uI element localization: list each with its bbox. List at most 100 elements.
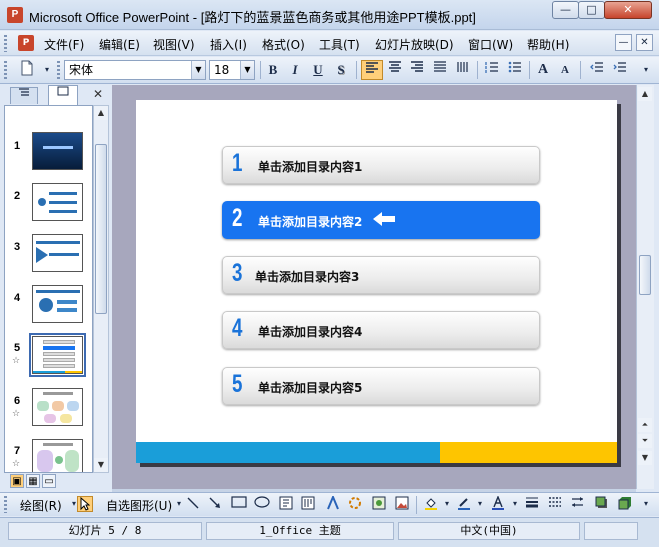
textbox-tool-icon[interactable] xyxy=(278,496,294,512)
slideshow-view-icon[interactable]: ▭ xyxy=(42,474,56,488)
menu-window[interactable]: 窗口(W) xyxy=(468,36,513,53)
slide-editing-area[interactable]: 1 单击添加目录内容1 2 单击添加目录内容2 3 单击添加目录内容3 4 单击… xyxy=(112,85,636,489)
tab-slides[interactable] xyxy=(48,85,78,105)
previous-slide-icon[interactable]: ⏶ xyxy=(638,418,652,432)
font-size-select[interactable]: 18 ▼ xyxy=(209,60,255,80)
numbering-icon[interactable] xyxy=(482,60,502,80)
decrease-font-button[interactable]: A xyxy=(556,60,574,80)
wordart-icon[interactable] xyxy=(325,494,341,512)
toc-item-3[interactable]: 3 单击添加目录内容3 xyxy=(222,256,540,294)
chevron-down-icon[interactable]: ▼ xyxy=(240,61,254,79)
decrease-indent-icon[interactable] xyxy=(587,60,607,80)
slides-pane-scrollbar[interactable]: ▲ ▼ xyxy=(93,105,109,473)
slide-thumbnail-2[interactable] xyxy=(32,183,83,221)
align-left-icon[interactable] xyxy=(361,60,383,80)
underline-button[interactable]: U xyxy=(309,60,327,80)
bold-button[interactable]: B xyxy=(264,60,282,80)
toc-item-4[interactable]: 4 单击添加目录内容4 xyxy=(222,311,540,349)
slide-thumbnails[interactable]: 1 2 3 4 5 ☆ 6 ☆ 7 ☆ xyxy=(4,105,93,473)
clipart-icon[interactable] xyxy=(371,496,387,512)
toolbar-options-icon[interactable]: ▾ xyxy=(38,60,56,80)
menu-edit[interactable]: 编辑(E) xyxy=(99,36,140,53)
arrow-style-icon[interactable] xyxy=(570,496,586,512)
align-right-icon[interactable] xyxy=(407,60,427,80)
distribute-icon[interactable] xyxy=(430,60,450,80)
3d-style-icon[interactable] xyxy=(617,496,633,512)
toc-item-5[interactable]: 5 单击添加目录内容5 xyxy=(222,367,540,405)
toolbar-grip-2[interactable] xyxy=(57,61,60,80)
font-color-icon[interactable] xyxy=(490,495,506,512)
menu-view[interactable]: 视图(V) xyxy=(153,36,195,53)
menu-format[interactable]: 格式(O) xyxy=(262,36,305,53)
close-icon[interactable]: ✕ xyxy=(93,87,103,101)
chevron-down-icon[interactable]: ▾ xyxy=(439,496,455,512)
menu-grip[interactable] xyxy=(4,35,7,52)
increase-font-button[interactable]: A xyxy=(534,60,552,80)
menu-slideshow[interactable]: 幻灯片放映(D) xyxy=(375,36,454,53)
italic-button[interactable]: I xyxy=(286,60,304,80)
dash-style-icon[interactable] xyxy=(547,496,563,512)
normal-view-icon[interactable]: ▣ xyxy=(10,474,24,488)
toc-item-text[interactable]: 单击添加目录内容3 xyxy=(255,268,359,285)
tab-outline[interactable] xyxy=(10,87,38,104)
diagram-icon[interactable] xyxy=(347,496,363,512)
maximize-button[interactable]: □ xyxy=(578,1,605,19)
slide-vertical-scrollbar[interactable]: ▲ ⏶ ⏷ ▼ xyxy=(636,85,654,489)
chevron-down-icon[interactable]: ▼ xyxy=(191,61,205,79)
line-color-icon[interactable] xyxy=(456,496,472,512)
menu-tools[interactable]: 工具(T) xyxy=(319,36,360,53)
toolbar-grip[interactable] xyxy=(4,496,7,513)
toolbar-grip[interactable] xyxy=(4,61,7,80)
document-close-button[interactable]: ✕ xyxy=(636,34,653,51)
scroll-down-icon[interactable]: ▼ xyxy=(94,458,108,472)
vertical-text-icon[interactable] xyxy=(453,60,473,80)
minimize-button[interactable]: — xyxy=(552,1,579,19)
slide-thumbnail-6[interactable] xyxy=(32,388,83,426)
autoshapes-menu-button[interactable]: 自选图形(U) xyxy=(106,497,172,514)
current-slide[interactable]: 1 单击添加目录内容1 2 单击添加目录内容2 3 单击添加目录内容3 4 单击… xyxy=(136,100,617,463)
bullets-icon[interactable] xyxy=(505,60,525,80)
rectangle-tool-icon[interactable] xyxy=(231,496,247,512)
scrollbar-thumb[interactable] xyxy=(95,144,107,314)
chevron-down-icon[interactable]: ▾ xyxy=(507,496,523,512)
font-name-select[interactable]: 宋体 ▼ xyxy=(64,60,206,80)
arrow-tool-icon[interactable] xyxy=(207,496,223,512)
close-button[interactable]: ✕ xyxy=(604,1,652,19)
status-design-template[interactable]: 1_Office 主题 xyxy=(206,522,394,540)
shadow-button[interactable]: S xyxy=(332,60,350,80)
scroll-down-icon[interactable]: ▼ xyxy=(638,451,652,465)
increase-indent-icon[interactable] xyxy=(610,60,630,80)
toc-item-text[interactable]: 单击添加目录内容5 xyxy=(258,379,362,396)
slide-thumbnail-5[interactable] xyxy=(29,333,86,377)
chevron-down-icon[interactable]: ▾ xyxy=(472,496,488,512)
vertical-textbox-icon[interactable] xyxy=(300,496,316,512)
toc-item-1[interactable]: 1 单击添加目录内容1 xyxy=(222,146,540,184)
scroll-up-icon[interactable]: ▲ xyxy=(638,87,652,101)
document-icon[interactable]: P xyxy=(18,35,34,51)
toc-item-text[interactable]: 单击添加目录内容4 xyxy=(258,323,362,340)
toc-item-text[interactable]: 单击添加目录内容2 xyxy=(258,213,362,230)
slide-thumbnail-1[interactable] xyxy=(32,132,83,170)
line-tool-icon[interactable] xyxy=(185,496,201,512)
toolbar-options-icon[interactable]: ▾ xyxy=(638,496,654,512)
fill-color-icon[interactable] xyxy=(423,496,439,512)
slide-sorter-view-icon[interactable]: ▦ xyxy=(26,474,40,488)
scrollbar-thumb[interactable] xyxy=(639,255,651,295)
menu-insert[interactable]: 插入(I) xyxy=(210,36,247,53)
new-document-icon[interactable] xyxy=(18,60,36,80)
menu-file[interactable]: 文件(F) xyxy=(44,36,84,53)
next-slide-icon[interactable]: ⏷ xyxy=(638,434,652,448)
scroll-up-icon[interactable]: ▲ xyxy=(94,106,108,120)
draw-menu-button[interactable]: 绘图(R) xyxy=(20,497,62,514)
oval-tool-icon[interactable] xyxy=(254,496,270,512)
toolbar-options-icon[interactable]: ▾ xyxy=(637,60,655,80)
toc-item-text[interactable]: 单击添加目录内容1 xyxy=(258,158,362,175)
line-style-icon[interactable] xyxy=(524,496,540,512)
slide-thumbnail-3[interactable] xyxy=(32,234,83,272)
insert-picture-icon[interactable] xyxy=(394,496,410,512)
shadow-style-icon[interactable] xyxy=(594,496,610,512)
align-center-icon[interactable] xyxy=(385,60,405,80)
toc-item-2[interactable]: 2 单击添加目录内容2 xyxy=(222,201,540,239)
slide-thumbnail-4[interactable] xyxy=(32,285,83,323)
slide-thumbnail-7[interactable] xyxy=(32,439,83,472)
